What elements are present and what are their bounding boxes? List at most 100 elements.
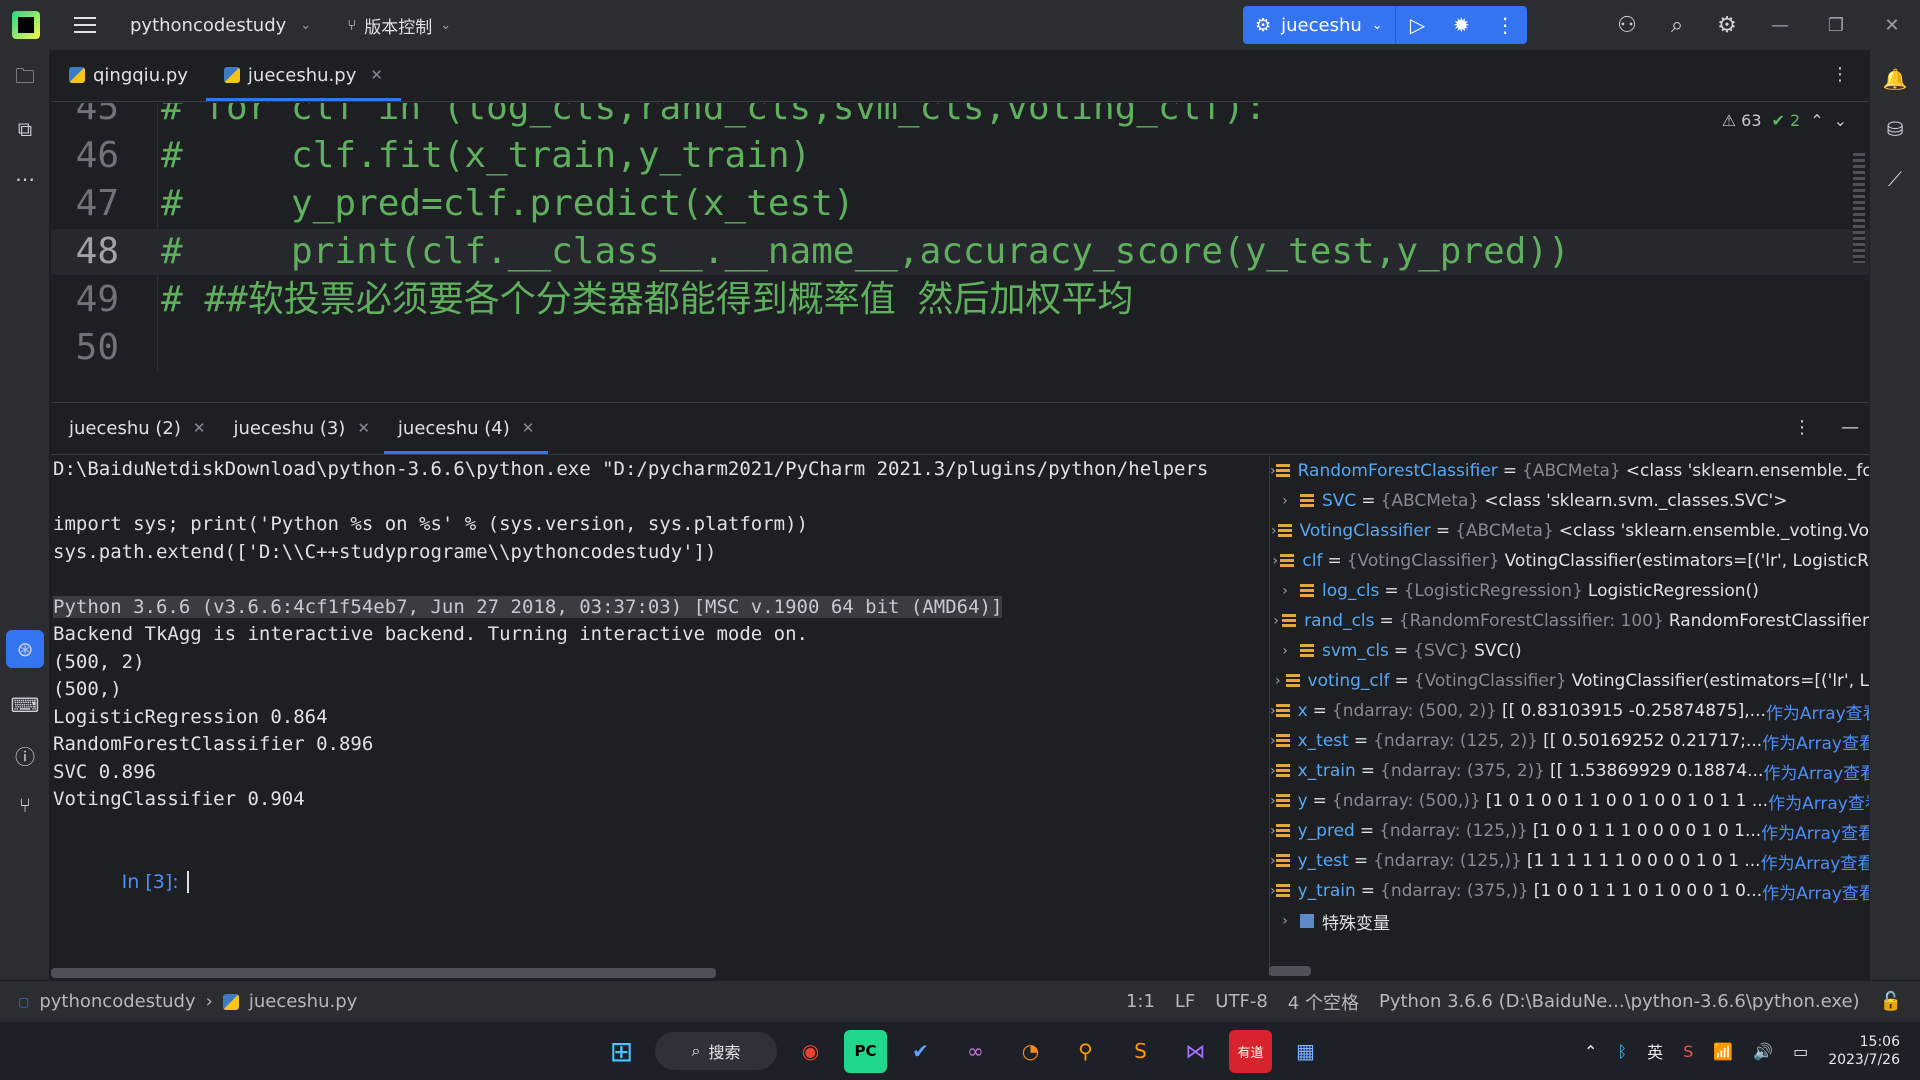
expand-icon[interactable]: › xyxy=(1270,643,1300,659)
view-as-array-link[interactable]: 作为Array查看 xyxy=(1761,849,1869,874)
clock[interactable]: 15:06 2023/7/26 xyxy=(1828,1033,1900,1069)
minimize-window-icon[interactable]: — xyxy=(1752,15,1808,36)
tab-options-icon[interactable]: ⋮ xyxy=(1831,64,1849,85)
chevron-up-icon[interactable]: ⌃ xyxy=(1584,1042,1597,1061)
taskbar-search[interactable]: ⌕ 搜索 xyxy=(655,1032,777,1070)
breadcrumb-file[interactable]: jueceshu.py xyxy=(249,991,357,1012)
firefox-icon[interactable]: ◔ xyxy=(1009,1030,1052,1073)
expand-icon[interactable]: › xyxy=(1270,913,1300,929)
console-tab-2[interactable]: jueceshu (2) ✕ xyxy=(55,402,219,454)
panel-options-icon[interactable]: ⋮ xyxy=(1793,417,1811,438)
variable-row[interactable]: › rand_cls = {RandomForestClassifier: 100} R… xyxy=(1270,606,1869,636)
view-as-array-link[interactable]: 作为Array查看 xyxy=(1762,729,1869,754)
pycharm-logo-icon[interactable] xyxy=(12,11,40,39)
console-tab-3[interactable]: jueceshu (3) ✕ xyxy=(219,402,383,454)
variable-row[interactable]: › y_pred = {ndarray: (125,)} [1 0 0 1 1 1 0 … xyxy=(1270,816,1869,846)
variable-row[interactable]: › y = {ndarray: (500,)} [1 0 1 0 0 1 1 0 0 1… xyxy=(1270,786,1869,816)
start-windows-icon[interactable]: ⊞ xyxy=(600,1030,643,1073)
variable-row[interactable]: › VotingClassifier = {ABCMeta} <class 'sklea… xyxy=(1270,516,1869,546)
run-icon[interactable]: ▷ xyxy=(1396,13,1440,37)
close-tab-icon[interactable]: ✕ xyxy=(193,419,206,437)
close-window-icon[interactable]: ✕ xyxy=(1864,15,1920,36)
app-icon[interactable]: ∞ xyxy=(954,1030,997,1073)
scrollbar-thumb[interactable] xyxy=(51,968,716,978)
hide-panel-icon[interactable]: — xyxy=(1841,417,1859,438)
volume-icon[interactable]: 🔊 xyxy=(1753,1042,1773,1061)
bluetooth-icon[interactable]: ᛒ xyxy=(1617,1042,1627,1061)
project-folder-icon[interactable]: 🗀 xyxy=(0,54,50,104)
visual-studio-icon[interactable]: ⋈ xyxy=(1174,1030,1217,1073)
app-tray-icon[interactable]: S xyxy=(1683,1042,1693,1061)
variable-row[interactable]: › svm_cls = {SVC} SVC() xyxy=(1270,636,1869,666)
variable-row[interactable]: › voting_clf = {VotingClassifier} VotingClas… xyxy=(1270,666,1869,696)
view-as-array-link[interactable]: 作为Array查看 xyxy=(1762,879,1869,904)
expand-icon[interactable]: › xyxy=(1270,523,1278,539)
terminal-icon[interactable]: ⌨ xyxy=(0,680,50,730)
chevron-up-icon[interactable]: ⌃ xyxy=(1810,111,1823,130)
console-input-line[interactable]: In [3]: xyxy=(51,841,1261,893)
variable-row[interactable]: › log_cls = {LogisticRegression} LogisticReg… xyxy=(1270,576,1869,606)
variable-row[interactable]: › y_train = {ndarray: (375,)} [1 0 0 1 1 1 0… xyxy=(1270,876,1869,906)
editor-tab-jueceshu[interactable]: jueceshu.py ✕ xyxy=(205,49,401,101)
variable-row[interactable]: › clf = {VotingClassifier} VotingClassifier(… xyxy=(1270,546,1869,576)
project-selector[interactable]: pythoncodestudy ⌄ xyxy=(130,15,311,36)
main-menu-icon[interactable] xyxy=(74,17,96,33)
close-tab-icon[interactable]: ✕ xyxy=(370,66,383,84)
expand-icon[interactable]: › xyxy=(1270,493,1300,509)
console-tab-4[interactable]: jueceshu (4) ✕ xyxy=(383,402,549,454)
close-tab-icon[interactable]: ✕ xyxy=(357,419,370,437)
vcs-selector[interactable]: ⑂ 版本控制 ⌄ xyxy=(347,13,451,38)
debug-icon[interactable]: ✹ xyxy=(1439,13,1483,37)
special-variables-row[interactable]: › 特殊变量 xyxy=(1270,906,1869,936)
inspection-widget[interactable]: ⚠ 63 ✔ 2 ⌃ ⌄ xyxy=(1722,111,1847,130)
expand-icon[interactable]: › xyxy=(1270,553,1280,569)
add-user-icon[interactable]: ⚇ xyxy=(1602,13,1652,38)
expand-icon[interactable]: › xyxy=(1270,583,1300,599)
chevron-down-icon[interactable]: ⌄ xyxy=(1834,111,1847,130)
python-console-tool-icon[interactable]: ⊛ xyxy=(6,630,44,668)
view-as-array-link[interactable]: 作为Array查看 xyxy=(1766,699,1869,724)
settings-gear-icon[interactable]: ⚙ xyxy=(1702,13,1752,38)
vmware-icon[interactable]: ✔ xyxy=(899,1030,942,1073)
image-viewer-icon[interactable]: ▦ xyxy=(1284,1030,1327,1073)
close-tab-icon[interactable]: ✕ xyxy=(522,419,535,437)
database-icon[interactable]: ⛁ xyxy=(1870,104,1920,154)
more-actions-icon[interactable]: ⋮ xyxy=(1483,13,1527,37)
variable-row[interactable]: › y_test = {ndarray: (125,)} [1 1 1 1 1 1 0 … xyxy=(1270,846,1869,876)
expand-icon[interactable]: › xyxy=(1270,673,1286,689)
view-as-array-link[interactable]: 作为Array查看 xyxy=(1763,759,1869,784)
variable-row[interactable]: › x_train = {ndarray: (375, 2)}[[ 1.5386992… xyxy=(1270,756,1869,786)
file-encoding[interactable]: UTF-8 xyxy=(1215,991,1267,1012)
lock-icon[interactable]: 🔓 xyxy=(1880,991,1902,1012)
run-config-selector[interactable]: ⚙ jueceshu ⌄ xyxy=(1243,6,1396,44)
variable-row[interactable]: › RandomForestClassifier = {ABCMeta} <class … xyxy=(1270,456,1869,486)
notifications-bell-icon[interactable]: 🔔 xyxy=(1870,54,1920,104)
variable-row[interactable]: › SVC = {ABCMeta} <class 'sklearn.svm._class… xyxy=(1270,486,1869,516)
battery-icon[interactable]: ▭ xyxy=(1793,1042,1808,1061)
expand-icon[interactable]: › xyxy=(1270,613,1282,629)
structure-icon[interactable]: ⧉ xyxy=(0,104,50,154)
restore-window-icon[interactable]: ❐ xyxy=(1808,15,1864,36)
indent-setting[interactable]: 4 个空格 xyxy=(1288,989,1359,1015)
variable-row[interactable]: › x = {ndarray: (500, 2)}[[ 0.83103915 -0.2… xyxy=(1270,696,1869,726)
code-editor[interactable]: 45 # for clf in (log_cls,rand_cls,svm_cl… xyxy=(51,103,1869,371)
search-tool-icon[interactable]: ⚲ xyxy=(1064,1030,1107,1073)
console-output[interactable]: D:\BaiduNetdiskDownload\python-3.6.6\pyt… xyxy=(51,456,1261,961)
sublime-text-icon[interactable]: S xyxy=(1119,1030,1162,1073)
chrome-icon[interactable]: ◉ xyxy=(789,1030,832,1073)
more-tools-icon[interactable]: ⋯ xyxy=(0,154,50,204)
sciview-icon[interactable]: ⟋ xyxy=(1870,154,1920,204)
variables-horizontal-scrollbar[interactable] xyxy=(1269,966,1311,976)
view-as-array-link[interactable]: 作为Array查看 xyxy=(1768,789,1869,814)
problems-icon[interactable]: ⓘ xyxy=(0,730,50,780)
youdao-icon[interactable]: 有道 xyxy=(1229,1029,1272,1073)
error-stripe[interactable] xyxy=(1853,153,1865,263)
variable-row[interactable]: › x_test = {ndarray: (125, 2)}[[ 0.50169252… xyxy=(1270,726,1869,756)
console-horizontal-scrollbar[interactable] xyxy=(51,968,1261,978)
view-as-array-link[interactable]: 作为Array查看 xyxy=(1761,819,1869,844)
breadcrumb-project[interactable]: pythoncodestudy xyxy=(39,991,195,1012)
interpreter-selector[interactable]: Python 3.6.6 (D:\BaiduNe...\python-3.6.6… xyxy=(1379,991,1860,1012)
git-icon[interactable]: ⑂ xyxy=(0,780,50,830)
pycharm-taskbar-icon[interactable]: PC xyxy=(844,1029,887,1073)
caret-position[interactable]: 1:1 xyxy=(1126,991,1155,1012)
